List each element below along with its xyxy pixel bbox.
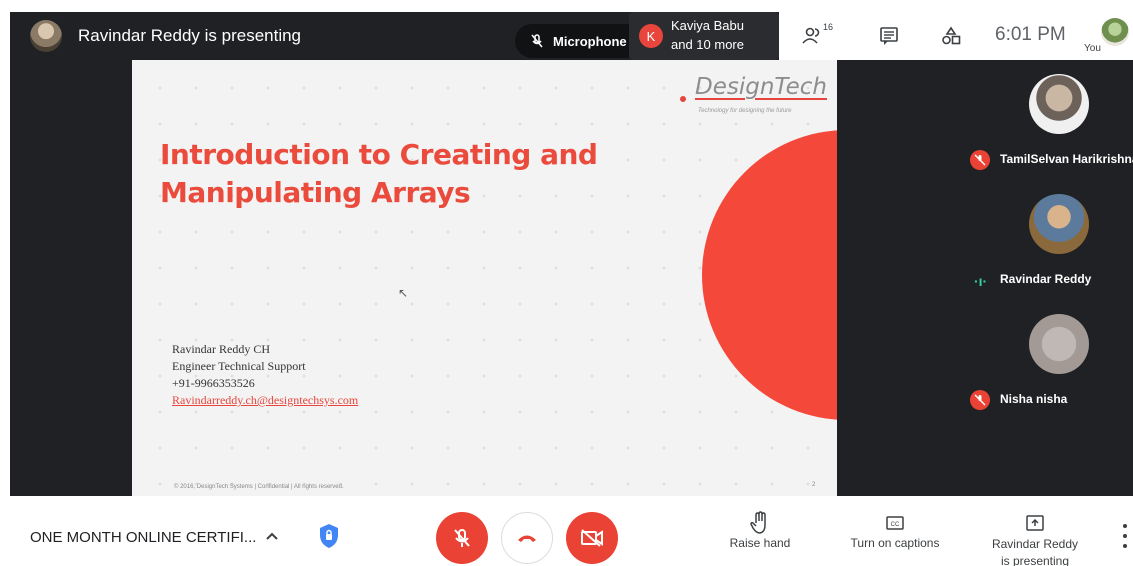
contact-name: Ravindar Reddy CH: [172, 342, 270, 356]
captions-label: Turn on captions: [850, 536, 940, 550]
slide-title: Introduction to Creating and Manipulatin…: [160, 138, 598, 209]
contact-email: Ravindarreddy.ch@designtechsys.com: [172, 393, 359, 407]
participant-name: Ravindar Reddy: [1000, 272, 1092, 286]
more-options-icon[interactable]: [1120, 524, 1130, 548]
participant-avatar: [1029, 314, 1089, 374]
activities-icon[interactable]: [939, 24, 963, 48]
chat-icon[interactable]: [877, 24, 901, 48]
slide-page-number: 2: [812, 482, 816, 488]
meeting-title[interactable]: ONE MONTH ONLINE CERTIFI...: [30, 529, 256, 546]
top-right-controls: 16 6:01 PM You: [779, 12, 1133, 60]
hang-up-icon: [518, 535, 536, 542]
participant-name: TamilSelvan Harikrishna: [1000, 152, 1133, 166]
clock: 6:01 PM: [995, 24, 1066, 45]
svg-text:CC: CC: [891, 522, 900, 528]
you-label: You: [1084, 43, 1101, 54]
camera-toggle-button[interactable]: [566, 512, 618, 564]
captions-icon: CC: [840, 510, 950, 536]
microphone-notice-text: Microphone o: [553, 33, 639, 49]
mic-off-icon: [970, 390, 990, 410]
mouse-cursor-icon: ↖: [398, 286, 409, 300]
leave-call-button[interactable]: [501, 512, 553, 564]
microphone-toggle-button[interactable]: [436, 512, 488, 564]
chevron-up-icon[interactable]: [262, 526, 282, 546]
raise-hand-button[interactable]: Raise hand: [720, 510, 800, 550]
self-view-avatar[interactable]: [1101, 18, 1129, 46]
speaking-indicator-icon: ·ı·: [974, 273, 988, 289]
mic-off-icon: [454, 529, 470, 547]
participant-tile[interactable]: TamilSelvan Harikrishna: [962, 60, 1133, 180]
notification-avatar: K: [639, 24, 663, 48]
people-count: 16: [823, 22, 834, 32]
participants-panel: TamilSelvan Harikrishna ·ı· Ravindar Red…: [962, 60, 1133, 422]
participant-name: Nisha nisha: [1000, 392, 1068, 406]
shared-slide: DesignTech Technology for designing the …: [132, 60, 837, 496]
presenting-title: Ravindar Reddy is presenting: [78, 26, 302, 45]
participant-tile[interactable]: ·ı· Ravindar Reddy: [962, 180, 1133, 300]
people-icon[interactable]: [801, 24, 825, 48]
bottom-bar: ONE MONTH ONLINE CERTIFI... Raise hand C…: [0, 496, 1133, 566]
mic-off-icon: [531, 34, 543, 48]
notification-more: and 10 more: [671, 37, 744, 52]
meeting-stage: Ravindar Reddy is presenting Microphone …: [10, 12, 1133, 496]
captions-button[interactable]: CC Turn on captions: [840, 510, 950, 550]
present-icon: [980, 510, 1090, 536]
slide-logo: DesignTech: [695, 74, 827, 100]
hand-icon: [720, 510, 800, 536]
join-notification: K Kaviya Babu and 10 more: [629, 12, 779, 60]
shield-icon[interactable]: [316, 522, 342, 550]
participant-avatar: [1029, 194, 1089, 254]
top-bar: Ravindar Reddy is presenting Microphone …: [10, 12, 1133, 60]
presenter-avatar: [30, 20, 62, 52]
mic-off-icon: [970, 150, 990, 170]
present-label-line2: is presenting: [1000, 554, 1070, 566]
raise-hand-label: Raise hand: [729, 536, 791, 550]
slide-footer: © 2016, DesignTech Systems | Confidentia…: [174, 484, 344, 490]
logo-dot: [680, 96, 686, 102]
contact-role: Engineer Technical Support: [172, 359, 306, 373]
contact-phone: +91-9966353526: [172, 376, 255, 390]
participant-avatar: [1029, 74, 1089, 134]
camera-off-icon: [581, 529, 603, 547]
participant-tile[interactable]: Nisha nisha: [962, 300, 1133, 420]
present-label-line1: Ravindar Reddy: [991, 537, 1079, 551]
notification-name: Kaviya Babu: [671, 18, 744, 33]
slide-tagline: Technology for designing the future: [698, 108, 792, 114]
present-button[interactable]: Ravindar Reddy is presenting: [980, 510, 1090, 566]
